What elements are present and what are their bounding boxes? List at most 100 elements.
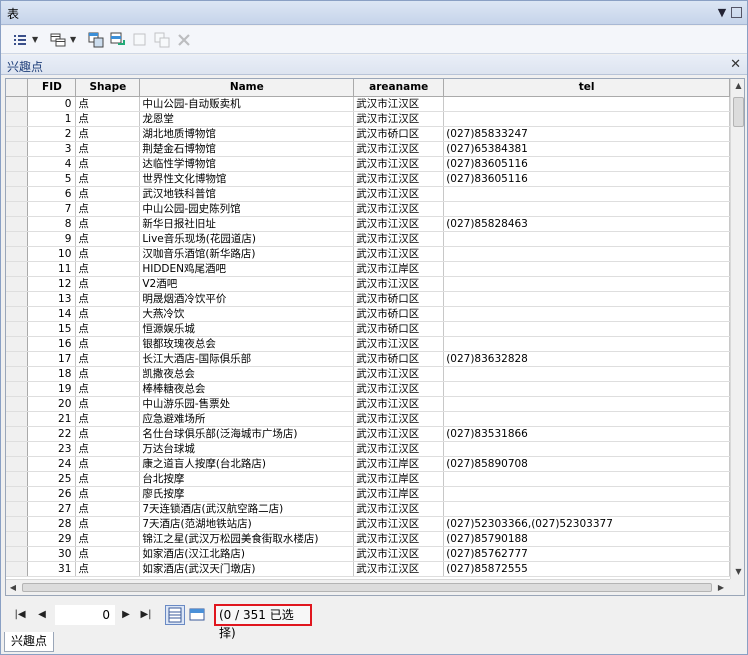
current-record-input[interactable] <box>55 605 115 625</box>
cell-fid[interactable]: 28 <box>27 516 77 532</box>
cell-shape[interactable]: 点 <box>75 561 141 577</box>
table-row[interactable]: 25 点台北按摩 武汉市江岸区 <box>6 471 730 487</box>
row-selector[interactable] <box>6 201 29 217</box>
table-row[interactable]: 21 点应急避难场所 武汉市江汉区 <box>6 411 730 427</box>
cell-fid[interactable]: 25 <box>27 471 77 487</box>
cell-name[interactable]: HIDDEN鸡尾酒吧 <box>139 261 355 277</box>
cell-tel[interactable] <box>443 441 730 457</box>
table-row[interactable]: 20 点中山游乐园-售票处 武汉市江汉区 <box>6 396 730 412</box>
cell-shape[interactable]: 点 <box>75 411 141 427</box>
vertical-scroll-thumb[interactable] <box>733 97 744 127</box>
row-selector[interactable] <box>6 186 29 202</box>
table-row[interactable]: 30 点如家酒店(汉江北路店) 武汉市江汉区 (027)85762777 <box>6 546 730 562</box>
cell-tel[interactable] <box>443 471 730 487</box>
row-selector[interactable] <box>6 501 29 517</box>
cell-fid[interactable]: 30 <box>27 546 77 562</box>
cell-areaname[interactable]: 武汉市江汉区 <box>353 396 445 412</box>
row-selector[interactable] <box>6 246 29 262</box>
scroll-up-icon[interactable]: ▲ <box>731 79 744 93</box>
row-selector[interactable] <box>6 396 29 412</box>
table-row[interactable]: 4 点达临性学博物馆 武汉市江汉区 (027)83605116 <box>6 156 730 172</box>
row-selector[interactable] <box>6 276 29 292</box>
last-record-icon[interactable]: ▶| <box>139 608 153 622</box>
cell-shape[interactable]: 点 <box>75 261 141 277</box>
cell-fid[interactable]: 1 <box>27 111 77 127</box>
cell-tel[interactable]: (027)83605116 <box>443 171 730 187</box>
scroll-right-icon[interactable]: ▶ <box>714 580 728 595</box>
cell-areaname[interactable]: 武汉市江岸区 <box>353 456 445 472</box>
table-row[interactable]: 18 点凯撒夜总会 武汉市江汉区 <box>6 366 730 382</box>
cell-shape[interactable]: 点 <box>75 291 141 307</box>
cell-tel[interactable]: (027)85872555 <box>443 561 730 577</box>
table-row[interactable]: 22 点名仕台球俱乐部(泛海城市广场店) 武汉市江汉区 (027)83531866 <box>6 426 730 442</box>
table-row[interactable]: 31 点如家酒店(武汉天门墩店) 武汉市江汉区 (027)85872555 <box>6 561 730 577</box>
cell-shape[interactable]: 点 <box>75 426 141 442</box>
cell-areaname[interactable]: 武汉市江汉区 <box>353 426 445 442</box>
cell-name[interactable]: 如家酒店(武汉天门墩店) <box>139 561 355 577</box>
row-selector[interactable] <box>6 561 29 577</box>
first-record-icon[interactable]: |◀ <box>13 608 27 622</box>
cell-tel[interactable] <box>443 381 730 397</box>
column-header-tel[interactable]: tel <box>443 79 730 97</box>
cell-shape[interactable]: 点 <box>75 546 141 562</box>
cell-areaname[interactable]: 武汉市硚口区 <box>353 321 445 337</box>
cell-fid[interactable]: 21 <box>27 411 77 427</box>
column-header-areaname[interactable]: areaname <box>353 79 445 97</box>
row-selector[interactable] <box>6 381 29 397</box>
cell-name[interactable]: 明晟烟酒冷饮平价 <box>139 291 355 307</box>
cell-areaname[interactable]: 武汉市江汉区 <box>353 411 445 427</box>
cell-fid[interactable]: 5 <box>27 171 77 187</box>
cell-areaname[interactable]: 武汉市江汉区 <box>353 156 445 172</box>
cell-fid[interactable]: 6 <box>27 186 77 202</box>
cell-name[interactable]: 武汉地铁科普馆 <box>139 186 355 202</box>
cell-fid[interactable]: 9 <box>27 231 77 247</box>
cell-fid[interactable]: 17 <box>27 351 77 367</box>
cell-name[interactable]: Live音乐现场(花园道店) <box>139 231 355 247</box>
cell-fid[interactable]: 27 <box>27 501 77 517</box>
related-tables-button[interactable] <box>49 31 67 49</box>
cell-areaname[interactable]: 武汉市江岸区 <box>353 471 445 487</box>
cell-shape[interactable]: 点 <box>75 516 141 532</box>
table-row[interactable]: 19 点棒棒糖夜总会 武汉市江汉区 <box>6 381 730 397</box>
cell-shape[interactable]: 点 <box>75 111 141 127</box>
cell-tel[interactable]: (027)83531866 <box>443 426 730 442</box>
table-options-button[interactable] <box>11 31 29 49</box>
table-row[interactable]: 27 点 7天连锁酒店(武汉航空路二店) 武汉市江汉区 <box>6 501 730 517</box>
row-selector[interactable] <box>6 336 29 352</box>
cell-areaname[interactable]: 武汉市江岸区 <box>353 261 445 277</box>
cell-name[interactable]: 荆楚金石博物馆 <box>139 141 355 157</box>
cell-fid[interactable]: 19 <box>27 381 77 397</box>
cell-fid[interactable]: 11 <box>27 261 77 277</box>
cell-areaname[interactable]: 武汉市硚口区 <box>353 351 445 367</box>
cell-name[interactable]: 新华日报社旧址 <box>139 216 355 232</box>
cell-name[interactable]: 长江大酒店-国际俱乐部 <box>139 351 355 367</box>
table-row[interactable]: 26 点廖氏按摩 武汉市江岸区 <box>6 486 730 502</box>
cell-tel[interactable]: (027)65384381 <box>443 141 730 157</box>
cell-tel[interactable] <box>443 396 730 412</box>
previous-record-icon[interactable]: ◀ <box>35 608 49 622</box>
row-selector[interactable] <box>6 141 29 157</box>
cell-name[interactable]: 7天连锁酒店(武汉航空路二店) <box>139 501 355 517</box>
table-row[interactable]: 17 点长江大酒店-国际俱乐部 武汉市硚口区 (027)83632828 <box>6 351 730 367</box>
row-selector[interactable] <box>6 366 29 382</box>
row-selector[interactable] <box>6 171 29 187</box>
cell-tel[interactable]: (027)85828463 <box>443 216 730 232</box>
cell-areaname[interactable]: 武汉市硚口区 <box>353 291 445 307</box>
cell-shape[interactable]: 点 <box>75 351 141 367</box>
cell-areaname[interactable]: 武汉市硚口区 <box>353 126 445 142</box>
cell-name[interactable]: 龙恩堂 <box>139 111 355 127</box>
cell-areaname[interactable]: 武汉市江汉区 <box>353 561 445 577</box>
row-selector[interactable] <box>6 96 29 112</box>
cell-areaname[interactable]: 武汉市硚口区 <box>353 306 445 322</box>
cell-name[interactable]: 应急避难场所 <box>139 411 355 427</box>
vertical-scrollbar[interactable]: ▲ ▼ <box>730 79 744 579</box>
close-icon[interactable]: ✕ <box>730 57 741 72</box>
cell-tel[interactable]: (027)85833247 <box>443 126 730 142</box>
cell-areaname[interactable]: 武汉市江汉区 <box>353 336 445 352</box>
cell-shape[interactable]: 点 <box>75 141 141 157</box>
table-row[interactable]: 7 点中山公园-园史陈列馆 武汉市江汉区 <box>6 201 730 217</box>
row-selector[interactable] <box>6 456 29 472</box>
dock-dropdown-icon[interactable]: ▼ <box>715 6 729 20</box>
table-row[interactable]: 3 点荆楚金石博物馆 武汉市江汉区 (027)65384381 <box>6 141 730 157</box>
row-selector[interactable] <box>6 156 29 172</box>
